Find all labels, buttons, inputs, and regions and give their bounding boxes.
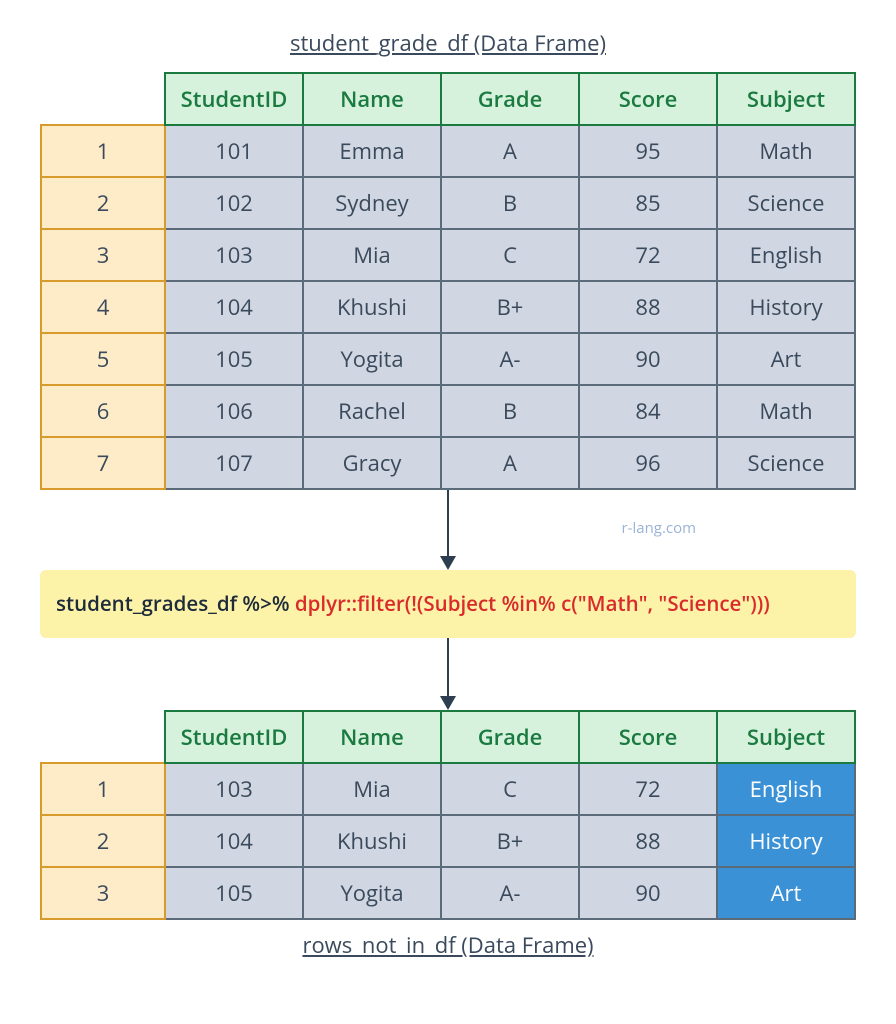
cell: Emma [303,125,441,177]
row-num: 1 [41,763,165,815]
cell: B [441,385,579,437]
cell: 85 [579,177,717,229]
cell: Khushi [303,281,441,333]
cell: Mia [303,763,441,815]
cell: Gracy [303,437,441,489]
cell: 101 [165,125,303,177]
col-h: Grade [441,73,579,125]
arrow-line [447,490,449,558]
row-num: 2 [41,177,165,229]
table-row: 2102SydneyB85Science [41,177,855,229]
cell: 106 [165,385,303,437]
cell: 104 [165,281,303,333]
col-h: Subject [717,711,855,763]
row-num: 4 [41,281,165,333]
cell: Rachel [303,385,441,437]
input-table: StudentID Name Grade Score Subject 1101E… [40,72,856,490]
flow-arrow-1: r-lang.com [20,490,876,570]
corner-cell [41,711,165,763]
cell: 88 [579,281,717,333]
cell-highlighted: English [717,763,855,815]
cell: Mia [303,229,441,281]
table-row: 1101EmmaA95Math [41,125,855,177]
row-num: 2 [41,815,165,867]
col-h: Name [303,73,441,125]
arrow-head-icon [440,696,456,710]
cell: C [441,763,579,815]
table-row: 7107GracyA96Science [41,437,855,489]
code-text-red: dplyr::filter(!(Subject %in% c("Math", "… [295,590,770,618]
cell: B [441,177,579,229]
cell: B+ [441,815,579,867]
cell: 103 [165,763,303,815]
row-num: 5 [41,333,165,385]
cell-highlighted: Art [717,867,855,919]
cell: 105 [165,867,303,919]
cell: Art [717,333,855,385]
cell: 72 [579,763,717,815]
table-row: 1103MiaC72English [41,763,855,815]
row-num: 3 [41,867,165,919]
col-h: Score [579,73,717,125]
table-header-row: StudentID Name Grade Score Subject [41,711,855,763]
col-h: Subject [717,73,855,125]
arrow-line [447,638,449,698]
top-caption: student_grade_df (Data Frame) [20,28,876,58]
table-header-row: StudentID Name Grade Score Subject [41,73,855,125]
output-table: StudentID Name Grade Score Subject 1103M… [40,710,856,920]
cell: Science [717,437,855,489]
cell: Math [717,385,855,437]
row-num: 7 [41,437,165,489]
col-h: StudentID [165,711,303,763]
watermark: r-lang.com [622,518,696,538]
table-row: 3105YogitaA-90Art [41,867,855,919]
arrow-head-icon [440,556,456,570]
cell: 107 [165,437,303,489]
col-h: Score [579,711,717,763]
corner-cell [41,73,165,125]
cell: 90 [579,867,717,919]
cell: 102 [165,177,303,229]
cell: A- [441,867,579,919]
cell: Science [717,177,855,229]
code-expression: student_grades_df %>% dplyr::filter(!(Su… [40,570,856,638]
bottom-caption: rows_not_in_df (Data Frame) [20,930,876,960]
cell: A- [441,333,579,385]
cell: 96 [579,437,717,489]
row-num: 6 [41,385,165,437]
cell: Sydney [303,177,441,229]
table-row: 3103MiaC72English [41,229,855,281]
cell-highlighted: History [717,815,855,867]
cell: 72 [579,229,717,281]
cell: A [441,125,579,177]
cell: Math [717,125,855,177]
code-text-black: student_grades_df %>% [56,590,295,618]
cell: 95 [579,125,717,177]
table-row: 4104KhushiB+88History [41,281,855,333]
table-row: 5105YogitaA-90Art [41,333,855,385]
cell: 90 [579,333,717,385]
table-row: 2104KhushiB+88History [41,815,855,867]
cell: 105 [165,333,303,385]
col-h: Grade [441,711,579,763]
cell: C [441,229,579,281]
cell: English [717,229,855,281]
flow-arrow-2 [20,638,876,710]
cell: A [441,437,579,489]
cell: Yogita [303,333,441,385]
row-num: 1 [41,125,165,177]
cell: B+ [441,281,579,333]
row-num: 3 [41,229,165,281]
cell: Yogita [303,867,441,919]
cell: 103 [165,229,303,281]
cell: 84 [579,385,717,437]
table-row: 6106RachelB84Math [41,385,855,437]
col-h: StudentID [165,73,303,125]
cell: 88 [579,815,717,867]
cell: 104 [165,815,303,867]
col-h: Name [303,711,441,763]
cell: Khushi [303,815,441,867]
cell: History [717,281,855,333]
